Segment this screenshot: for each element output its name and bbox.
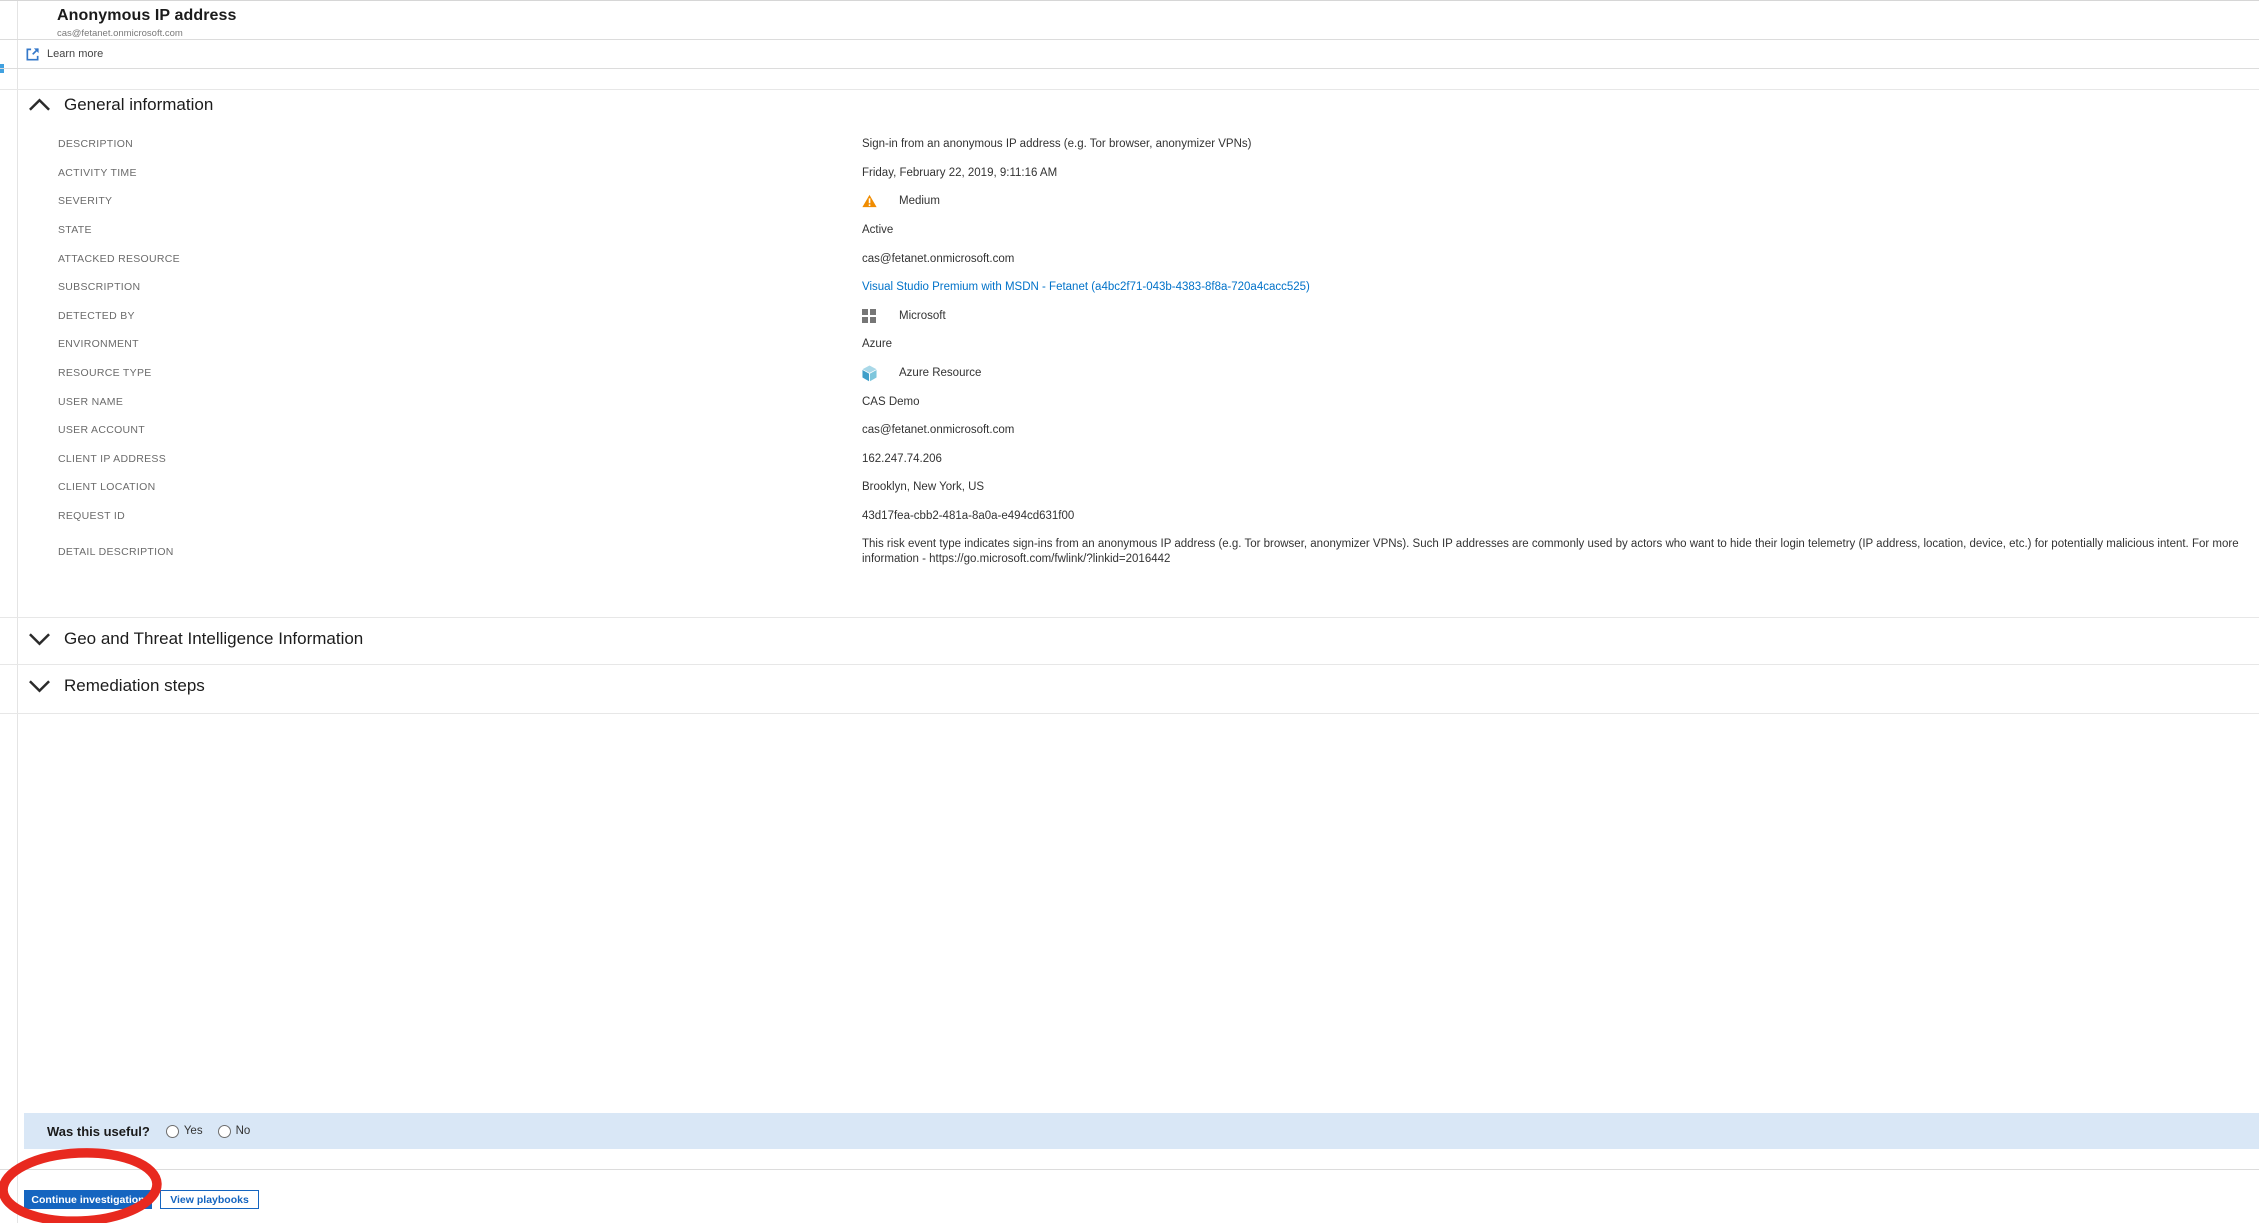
field-value: Microsoft [862, 308, 946, 323]
divider [0, 39, 2259, 40]
chevron-up-icon [28, 98, 51, 112]
severity-value: Medium [899, 195, 940, 208]
detected-by-value: Microsoft [899, 309, 946, 322]
page-title: Anonymous IP address [57, 7, 237, 24]
field-label: CLIENT LOCATION [58, 481, 156, 494]
field-row-client-location: CLIENT LOCATION Brooklyn, New York, US [58, 473, 2249, 502]
field-value: cas@fetanet.onmicrosoft.com [862, 252, 1015, 265]
external-link-icon [25, 47, 40, 62]
field-value: Azure [862, 338, 893, 351]
field-row-detected-by: DETECTED BY Microsoft [58, 302, 2249, 331]
field-value: Azure Resource [862, 365, 981, 382]
field-value: cas@fetanet.onmicrosoft.com [862, 424, 1015, 437]
field-label: ENVIRONMENT [58, 338, 139, 351]
field-row-user-account: USER ACCOUNT cas@fetanet.onmicrosoft.com [58, 416, 2249, 445]
general-information-fields: DESCRIPTION Sign-in from an anonymous IP… [58, 130, 2249, 574]
learn-more-link[interactable]: Learn more [25, 44, 103, 64]
field-row-severity: SEVERITY Medium [58, 187, 2249, 216]
field-row-activity-time: ACTIVITY TIME Friday, February 22, 2019,… [58, 159, 2249, 188]
divider [0, 713, 2259, 714]
field-label: SUBSCRIPTION [58, 281, 141, 294]
divider [0, 617, 2259, 618]
section-header-geo-threat-intelligence[interactable]: Geo and Threat Intelligence Information [28, 629, 363, 649]
divider [0, 664, 2259, 665]
section-header-general-information[interactable]: General information [28, 95, 213, 115]
field-label: RESOURCE TYPE [58, 367, 152, 380]
learn-more-label: Learn more [47, 48, 104, 60]
feedback-yes-label[interactable]: Yes [184, 1125, 203, 1137]
alert-detail-page: Anonymous IP address cas@fetanet.onmicro… [0, 0, 2259, 1223]
field-label: REQUEST ID [58, 510, 125, 523]
view-playbooks-button[interactable]: View playbooks [160, 1190, 259, 1209]
field-value: CAS Demo [862, 395, 920, 408]
microsoft-logo-icon [862, 308, 878, 323]
warning-triangle-icon [862, 194, 878, 208]
field-row-detail-description: DETAIL DESCRIPTION This risk event type … [58, 530, 2249, 574]
field-label: DESCRIPTION [58, 138, 134, 151]
field-value: 162.247.74.206 [862, 452, 942, 465]
section-header-remediation-steps[interactable]: Remediation steps [28, 676, 205, 696]
field-label: ACTIVITY TIME [58, 166, 137, 179]
field-row-subscription: SUBSCRIPTION Visual Studio Premium with … [58, 273, 2249, 302]
field-label: CLIENT IP ADDRESS [58, 452, 166, 465]
subscription-link[interactable]: Visual Studio Premium with MSDN - Fetane… [862, 281, 1310, 293]
section-title: General information [64, 95, 214, 114]
field-row-request-id: REQUEST ID 43d17fea-cbb2-481a-8a0a-e494c… [58, 502, 2249, 531]
section-title: Remediation steps [64, 676, 205, 695]
field-value: This risk event type indicates sign-ins … [862, 538, 2239, 566]
azure-resource-cube-icon [862, 365, 878, 382]
field-row-state: STATE Active [58, 216, 2249, 245]
field-row-resource-type: RESOURCE TYPE Azure Resource [58, 359, 2249, 388]
continue-investigation-button[interactable]: Continue investigation [24, 1190, 152, 1209]
field-label: ATTACKED RESOURCE [58, 252, 180, 265]
page-subtitle: cas@fetanet.onmicrosoft.com [57, 28, 183, 39]
panel-left-border [17, 1, 18, 1223]
resource-type-value: Azure Resource [899, 367, 982, 380]
field-label: DETECTED BY [58, 309, 135, 322]
field-value: Medium [862, 194, 940, 208]
field-label: USER ACCOUNT [58, 424, 146, 437]
field-row-environment: ENVIRONMENT Azure [58, 330, 2249, 359]
field-value: Friday, February 22, 2019, 9:11:16 AM [862, 166, 1058, 179]
feedback-yes-radio[interactable] [165, 1124, 179, 1138]
chevron-down-icon [28, 632, 51, 646]
section-title: Geo and Threat Intelligence Information [64, 629, 364, 648]
feedback-bar: Was this useful? Yes No [24, 1113, 2259, 1149]
divider [0, 68, 2259, 69]
chevron-down-icon [28, 679, 51, 693]
field-value: Sign-in from an anonymous IP address (e.… [862, 138, 1252, 151]
field-label: STATE [58, 224, 92, 237]
field-label: SEVERITY [58, 195, 113, 208]
feedback-question: Was this useful? [47, 1123, 150, 1139]
feedback-no-label[interactable]: No [236, 1125, 251, 1137]
divider [0, 89, 2259, 90]
field-row-attacked-resource: ATTACKED RESOURCE cas@fetanet.onmicrosof… [58, 244, 2249, 273]
field-label: USER NAME [58, 395, 124, 408]
field-row-description: DESCRIPTION Sign-in from an anonymous IP… [58, 130, 2249, 159]
divider [0, 1169, 2259, 1170]
field-label: DETAIL DESCRIPTION [58, 546, 174, 559]
feedback-no-radio[interactable] [217, 1124, 231, 1138]
field-row-client-ip-address: CLIENT IP ADDRESS 162.247.74.206 [58, 445, 2249, 474]
field-value: 43d17fea-cbb2-481a-8a0a-e494cd631f00 [862, 510, 1075, 523]
field-value: Brooklyn, New York, US [862, 481, 985, 494]
field-row-user-name: USER NAME CAS Demo [58, 387, 2249, 416]
field-value: Active [862, 224, 894, 237]
